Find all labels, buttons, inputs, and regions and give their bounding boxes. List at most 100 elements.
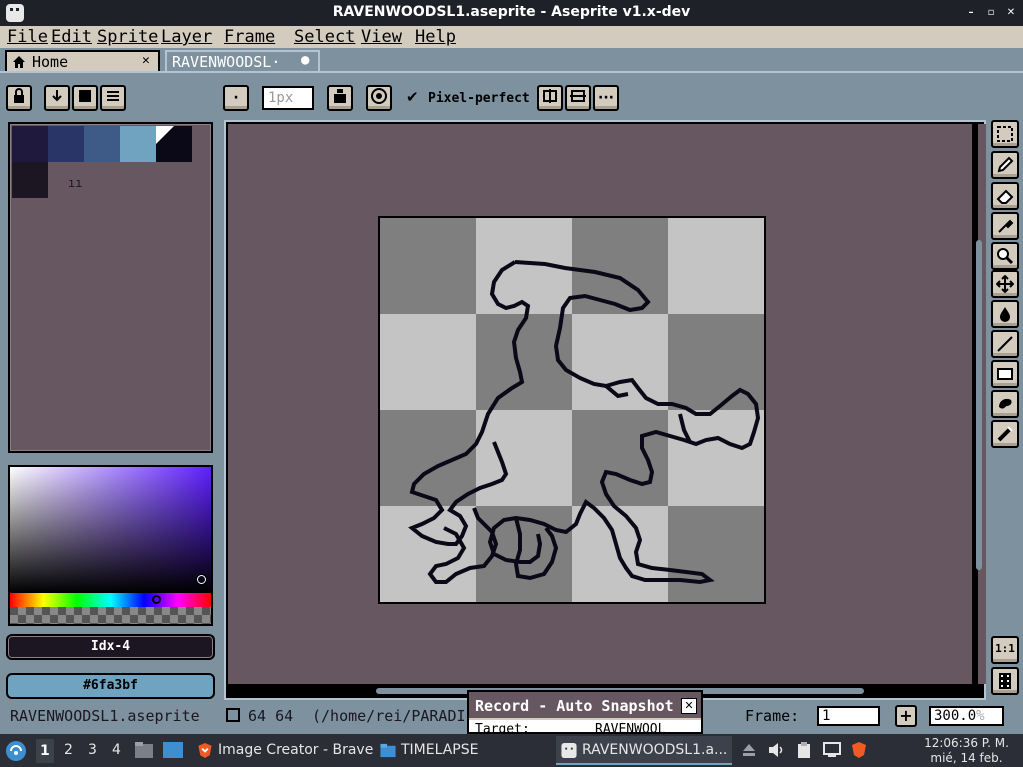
zoom-suffix: % <box>976 708 985 724</box>
workspace-1[interactable]: 1 <box>36 739 54 763</box>
blur-tool-button[interactable] <box>991 420 1019 448</box>
menu-select[interactable]: Select <box>294 27 355 47</box>
symmetry-horizontal-button[interactable] <box>565 85 591 111</box>
palette-swatch[interactable] <box>12 126 48 162</box>
vertical-scrollbar-thumb[interactable] <box>976 240 982 570</box>
brave-tray-icon[interactable] <box>850 741 868 759</box>
palette-swatch-selected[interactable] <box>120 126 156 162</box>
brush-type-button[interactable]: · <box>223 85 249 111</box>
menu-help[interactable]: Help <box>415 27 456 47</box>
workspace-3[interactable]: 3 <box>88 742 97 758</box>
palette-resize-handle[interactable]: ıı <box>68 176 82 190</box>
tab-bar: Home ✕ RAVENWOODSL· ● <box>0 48 1023 72</box>
background-color-hex[interactable]: #6fa3bf <box>6 673 215 699</box>
eraser-tool-button[interactable] <box>991 182 1019 210</box>
palette-swatch[interactable] <box>12 162 48 198</box>
target-icon <box>371 88 387 104</box>
folder-icon <box>380 743 396 758</box>
system-clock[interactable]: 12:06:36 P. M. mié, 14 feb. 2024 <box>914 736 1019 767</box>
taskbar-item-brave-label: Image Creator - Brave <box>218 742 374 758</box>
menu-file[interactable]: File <box>7 27 48 47</box>
record-dialog-close-button[interactable]: ✕ <box>681 698 697 714</box>
menu-view[interactable]: View <box>361 27 402 47</box>
menu-edit[interactable]: Edit <box>51 27 92 47</box>
start-menu-icon[interactable] <box>5 740 27 762</box>
line-icon <box>997 336 1013 352</box>
clipboard-icon[interactable] <box>795 741 813 759</box>
fill-tool-button[interactable] <box>991 300 1019 328</box>
editor-canvas[interactable] <box>224 120 986 700</box>
tab-ravenwood[interactable]: RAVENWOODSL· ● <box>165 50 320 72</box>
eraser-icon <box>996 189 1014 204</box>
eyedropper-icon <box>998 219 1014 233</box>
aseprite-icon <box>561 742 577 759</box>
marquee-tool-button[interactable] <box>991 120 1019 148</box>
ink-bottle-icon <box>334 89 346 103</box>
more-options-button[interactable]: ··· <box>593 85 619 111</box>
palette-options-button[interactable] <box>100 85 126 111</box>
taskbar-item-aseprite-label: RAVENWOODSL1.a... <box>582 742 728 758</box>
workspace-2[interactable]: 2 <box>64 742 73 758</box>
contour-blob-icon <box>999 398 1012 409</box>
record-auto-snapshot-dialog[interactable]: Record - Auto Snapshot ✕ Target: RAVENWO… <box>467 690 703 734</box>
eject-icon[interactable] <box>740 741 758 759</box>
palette-swatch[interactable] <box>84 126 120 162</box>
hue-slider[interactable] <box>10 593 211 607</box>
display-icon[interactable] <box>823 741 841 759</box>
line-tool-button[interactable] <box>991 330 1019 358</box>
sv-marker[interactable] <box>197 575 206 584</box>
rectangular-marquee-icon <box>997 126 1013 142</box>
window-titlebar: RAVENWOODSL1.aseprite - Aseprite v1.x-de… <box>0 0 1023 26</box>
modified-dot-icon[interactable]: ● <box>301 52 309 68</box>
window-title: RAVENWOODSL1.aseprite - Aseprite v1.x-de… <box>332 4 691 20</box>
record-target-label: Target: <box>475 722 530 734</box>
close-window-button[interactable]: ✕ <box>1004 6 1018 20</box>
brush-size-input[interactable]: 1px <box>262 86 314 110</box>
volume-icon[interactable] <box>767 741 785 759</box>
taskbar-item-timelapse-label: TIMELAPSE <box>401 742 479 758</box>
canvas-size-icon <box>226 708 240 722</box>
menu-layer[interactable]: Layer <box>161 27 212 47</box>
frame-input[interactable]: 1 <box>817 706 880 726</box>
contour-tool-button[interactable] <box>991 390 1019 418</box>
saturation-value-area[interactable] <box>10 467 211 593</box>
palette-presets-button[interactable] <box>72 85 98 111</box>
zoom-tool-button[interactable] <box>991 242 1019 270</box>
menu-frame[interactable]: Frame <box>224 27 275 47</box>
lock-button[interactable] <box>6 85 32 111</box>
taskbar-item-brave[interactable]: Image Creator - Brave <box>192 736 374 765</box>
desktop-icon[interactable] <box>162 741 184 759</box>
move-tool-button[interactable] <box>991 270 1019 298</box>
palette-sort-button[interactable] <box>44 85 70 111</box>
hue-marker[interactable] <box>152 595 161 604</box>
palette-swatch[interactable] <box>48 126 84 162</box>
taskbar-item-aseprite[interactable]: RAVENWOODSL1.a... <box>556 736 732 765</box>
opacity-button[interactable] <box>366 85 392 111</box>
alpha-slider[interactable] <box>10 607 211 624</box>
zoom-input[interactable]: 300.0% <box>929 706 1004 726</box>
taskbar-item-timelapse[interactable]: TIMELAPSE <box>375 736 535 765</box>
workspace-4[interactable]: 4 <box>112 742 121 758</box>
timeline-button[interactable] <box>991 667 1019 695</box>
zoom-value: 300.0 <box>934 708 977 724</box>
menu-sprite[interactable]: Sprite <box>97 27 158 47</box>
file-manager-icon[interactable] <box>134 741 154 759</box>
ink-button[interactable] <box>327 85 353 111</box>
sprite-canvas[interactable] <box>378 216 766 604</box>
minimize-button[interactable]: – <box>964 6 978 20</box>
tab-home-close-icon[interactable]: ✕ <box>142 53 150 68</box>
eyedropper-tool-button[interactable] <box>991 212 1019 240</box>
symmetry-icon <box>570 90 586 102</box>
pencil-tool-button[interactable] <box>991 151 1019 179</box>
record-dialog-title[interactable]: Record - Auto Snapshot <box>469 692 701 720</box>
tab-home[interactable]: Home ✕ <box>5 50 160 72</box>
pixel-perfect-checkbox[interactable]: ✔ <box>406 88 424 106</box>
rectangle-tool-button[interactable] <box>991 360 1019 388</box>
add-frame-button[interactable]: + <box>895 705 917 727</box>
one-to-one-zoom-button[interactable]: 1:1 <box>991 636 1019 664</box>
restore-button[interactable]: ▫ <box>984 6 998 20</box>
palette-swatch[interactable] <box>156 126 192 162</box>
symmetry-vertical-button[interactable] <box>537 85 563 111</box>
tab-ravenwood-label: RAVENWOODSL· <box>172 53 281 71</box>
foreground-color-index[interactable]: Idx-4 <box>6 634 215 660</box>
